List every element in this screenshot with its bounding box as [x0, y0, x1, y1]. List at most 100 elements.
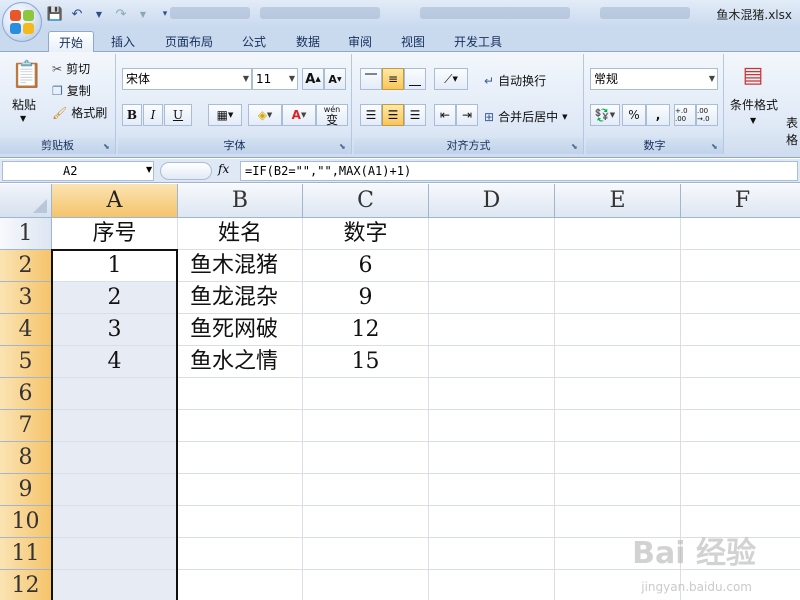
cell-a11[interactable] [52, 538, 178, 570]
comma-button[interactable]: , [646, 104, 670, 126]
format-as-table-button[interactable]: 表格 [786, 114, 800, 148]
empty-cell[interactable] [555, 442, 681, 474]
empty-cell[interactable] [178, 442, 303, 474]
tab-developer[interactable]: 开发工具 [444, 31, 512, 52]
empty-cell[interactable] [555, 346, 681, 378]
cell-a6[interactable] [52, 378, 178, 410]
empty-cell[interactable] [303, 538, 429, 570]
empty-cell[interactable] [429, 250, 555, 282]
row-header-1[interactable]: 1 [0, 218, 52, 250]
empty-cell[interactable] [429, 282, 555, 314]
borders-icon[interactable]: ▦ ▼ [208, 104, 242, 126]
increase-decimal-icon[interactable]: +.0 .00 [674, 104, 696, 126]
row-header-6[interactable]: 6 [0, 378, 52, 410]
empty-cell[interactable] [429, 346, 555, 378]
cell-a9[interactable] [52, 474, 178, 506]
font-name-combo[interactable]: 宋体 ▼ [122, 68, 252, 90]
cut-button[interactable]: ✂ 剪切 [52, 60, 90, 77]
underline-button[interactable]: U [164, 104, 192, 126]
cell-c1[interactable]: 数字 [303, 218, 429, 250]
cell-b5[interactable]: 鱼水之情 [178, 346, 303, 378]
conditional-format-icon[interactable]: ▤ [736, 60, 770, 90]
merge-center-button[interactable]: ⊞ 合并后居中 ▼ [484, 108, 567, 125]
row-header-12[interactable]: 12 [0, 570, 52, 600]
row-header-10[interactable]: 10 [0, 506, 52, 538]
empty-cell[interactable] [555, 314, 681, 346]
phonetic-button[interactable]: wén 变 [316, 104, 348, 126]
wrap-text-button[interactable]: ↵ 自动换行 [484, 72, 546, 89]
cell-b3[interactable]: 鱼龙混杂 [178, 282, 303, 314]
cell-a2[interactable]: 1 [52, 250, 178, 282]
undo-icon[interactable]: ↶ [68, 5, 86, 23]
cell-a5[interactable]: 4 [52, 346, 178, 378]
empty-cell[interactable] [429, 378, 555, 410]
column-header-d[interactable]: D [429, 184, 555, 218]
redo-dropdown-icon[interactable]: ▼ [134, 5, 152, 23]
empty-cell[interactable] [681, 410, 800, 442]
cell-a7[interactable] [52, 410, 178, 442]
cell-c5[interactable]: 15 [303, 346, 429, 378]
empty-cell[interactable] [178, 538, 303, 570]
row-header-4[interactable]: 4 [0, 314, 52, 346]
empty-cell[interactable] [303, 506, 429, 538]
row-header-7[interactable]: 7 [0, 410, 52, 442]
row-header-3[interactable]: 3 [0, 282, 52, 314]
empty-cell[interactable] [555, 282, 681, 314]
empty-cell[interactable] [429, 314, 555, 346]
cell-c4[interactable]: 12 [303, 314, 429, 346]
cell-f1[interactable] [681, 218, 800, 250]
currency-icon[interactable]: 💱 ▼ [590, 104, 620, 126]
empty-cell[interactable] [178, 506, 303, 538]
office-button[interactable] [2, 2, 42, 42]
italic-button[interactable]: I [143, 104, 163, 126]
empty-cell[interactable] [681, 474, 800, 506]
cell-a1[interactable]: 序号 [52, 218, 178, 250]
formula-input[interactable]: =IF(B2="","",MAX(A1)+1) [240, 161, 798, 181]
fill-color-icon[interactable]: ◈ ▼ [248, 104, 282, 126]
empty-cell[interactable] [555, 474, 681, 506]
cell-b4[interactable]: 鱼死网破 [178, 314, 303, 346]
cell-a12[interactable] [52, 570, 178, 600]
empty-cell[interactable] [303, 410, 429, 442]
paste-dropdown-icon[interactable]: ▼ [20, 114, 26, 123]
align-center-icon[interactable]: ☰ [382, 104, 404, 126]
formula-bar-expander[interactable] [160, 162, 212, 180]
empty-cell[interactable] [681, 442, 800, 474]
empty-cell[interactable] [555, 250, 681, 282]
empty-cell[interactable] [178, 570, 303, 600]
font-launcher-icon[interactable]: ⬊ [339, 142, 349, 152]
bold-button[interactable]: B [122, 104, 142, 126]
format-painter-button[interactable]: 🖌 格式刷 [52, 104, 107, 121]
save-icon[interactable]: 💾 [46, 5, 64, 23]
empty-cell[interactable] [681, 346, 800, 378]
percent-button[interactable]: % [622, 104, 646, 126]
tab-page-layout[interactable]: 页面布局 [156, 31, 222, 52]
row-header-9[interactable]: 9 [0, 474, 52, 506]
decrease-decimal-icon[interactable]: .00 →.0 [696, 104, 718, 126]
undo-dropdown-icon[interactable]: ▼ [90, 5, 108, 23]
cell-b1[interactable]: 姓名 [178, 218, 303, 250]
empty-cell[interactable] [555, 378, 681, 410]
font-size-combo[interactable]: 11 ▼ [252, 68, 298, 90]
empty-cell[interactable] [555, 410, 681, 442]
empty-cell[interactable] [429, 474, 555, 506]
cell-a10[interactable] [52, 506, 178, 538]
empty-cell[interactable] [303, 442, 429, 474]
empty-cell[interactable] [429, 570, 555, 600]
empty-cell[interactable] [303, 474, 429, 506]
number-launcher-icon[interactable]: ⬊ [711, 142, 721, 152]
column-header-a[interactable]: A [52, 184, 178, 218]
empty-cell[interactable] [429, 442, 555, 474]
empty-cell[interactable] [303, 378, 429, 410]
redo-icon[interactable]: ↷ [112, 5, 130, 23]
align-right-icon[interactable]: ☰ [404, 104, 426, 126]
align-middle-icon[interactable]: ≡ [382, 68, 404, 90]
row-header-5[interactable]: 5 [0, 346, 52, 378]
empty-cell[interactable] [178, 378, 303, 410]
empty-cell[interactable] [681, 282, 800, 314]
select-all-corner[interactable] [0, 184, 52, 218]
number-format-combo[interactable]: 常规 ▼ [590, 68, 718, 90]
cell-d1[interactable] [429, 218, 555, 250]
column-header-b[interactable]: B [178, 184, 303, 218]
empty-cell[interactable] [429, 538, 555, 570]
